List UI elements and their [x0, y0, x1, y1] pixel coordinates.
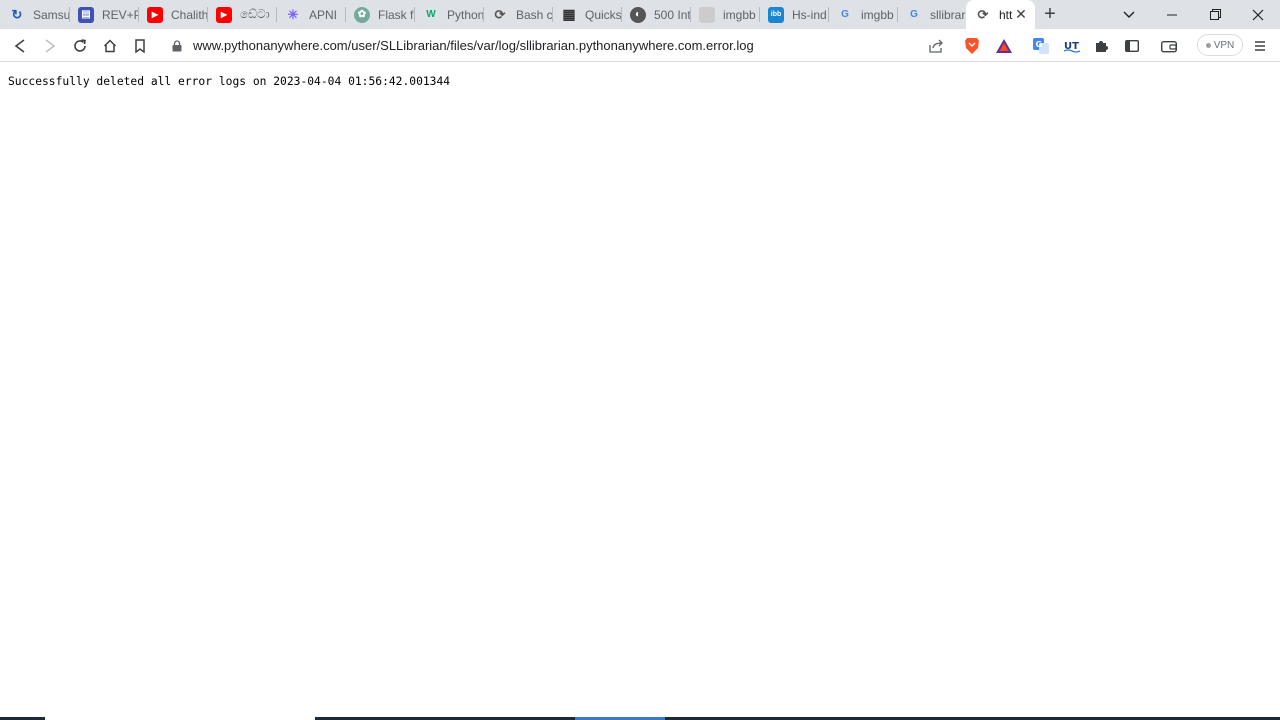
browser-toolbar: www.pythonanywhere.com/user/SLLibrarian/… — [0, 29, 1280, 62]
close-icon — [1252, 9, 1264, 20]
tab-title: imgbb — [723, 7, 756, 22]
tab-search-button[interactable] — [1107, 0, 1151, 29]
hamburger-menu-icon — [1255, 41, 1265, 51]
wallet-icon — [1161, 41, 1177, 53]
tab-title: Flask fi — [378, 7, 414, 22]
vpn-button[interactable]: VPN — [1197, 34, 1243, 56]
tab-title: Quicks — [585, 7, 621, 22]
home-icon — [103, 39, 117, 53]
translate-extension-button[interactable]: G — [1030, 35, 1052, 57]
browser-tab[interactable]: ↻ Samsu — [0, 0, 69, 29]
svg-text:G: G — [1036, 40, 1043, 49]
sidebar-button[interactable] — [1121, 35, 1143, 57]
sidebar-icon — [1125, 40, 1139, 52]
browser-tab[interactable]: Gsllibrar — [897, 0, 966, 29]
youtube-icon: ▶ — [216, 6, 232, 23]
close-window-button[interactable] — [1236, 0, 1280, 29]
blank-page-icon — [699, 6, 715, 23]
new-tab-button[interactable]: + — [1039, 4, 1061, 26]
chevron-down-icon — [1123, 11, 1135, 18]
rewards-triangle-icon — [996, 39, 1012, 53]
minimize-icon — [1167, 14, 1177, 15]
google-icon: G — [841, 9, 849, 20]
rev-form-icon: ▤ — [78, 6, 94, 23]
tab-title: Bash c — [516, 7, 552, 22]
tab-title: imgbb — [861, 7, 894, 22]
browser-tab[interactable]: ◐ 500 Int — [621, 0, 690, 29]
browser-tab[interactable]: ▤ REV+P — [69, 0, 138, 29]
wallet-button[interactable] — [1158, 35, 1180, 57]
tab-title: Python — [447, 7, 483, 22]
samsung-icon: ↻ — [11, 6, 23, 22]
browser-tab[interactable]: ▶ Chalith — [138, 0, 207, 29]
youtube-icon: ▶ — [147, 6, 163, 23]
back-arrow-icon — [14, 39, 25, 53]
restore-icon — [1209, 9, 1221, 20]
back-button[interactable] — [9, 35, 31, 57]
google-icon: G — [910, 9, 918, 20]
minimize-button[interactable] — [1150, 0, 1194, 29]
address-bar[interactable]: www.pythonanywhere.com/user/SLLibrarian/… — [162, 32, 1022, 60]
globe-icon: ◐ — [630, 6, 646, 23]
tab-strip: ↻ Samsu ▤ REV+P ▶ Chalith ▶ ඩේටා ✳ APNI ✿ Flask fi W… — [0, 0, 1280, 29]
menu-button[interactable] — [1249, 35, 1271, 57]
pythonanywhere-icon: ⟳ — [494, 6, 506, 22]
tab-title: REV+P — [102, 7, 138, 22]
vpn-label: VPN — [1213, 39, 1235, 51]
share-button[interactable] — [925, 35, 947, 57]
chatgpt-icon: ✿ — [354, 6, 370, 23]
ut-icon: UT — [1063, 41, 1081, 53]
browser-tab[interactable]: ✳ APNI — [276, 0, 345, 29]
pythonanywhere-icon: ⟳ — [977, 6, 989, 22]
browser-tab[interactable]: ibb Hs-ind — [759, 0, 828, 29]
tab-title: sllibrar — [930, 7, 966, 22]
browser-tab[interactable]: Gimgbb — [828, 0, 897, 29]
tab-list: ↻ Samsu ▤ REV+P ▶ Chalith ▶ ඩේටා ✳ APNI ✿ Flask fi W… — [0, 0, 1035, 29]
page-content: Successfully deleted all error logs on 2… — [0, 63, 1280, 717]
extensions-button[interactable] — [1091, 35, 1113, 57]
docs-icon: ▦ — [562, 6, 576, 22]
vpn-status-dot — [1205, 42, 1211, 48]
browser-tab[interactable]: ✿ Flask fi — [345, 0, 414, 29]
brave-lion-icon — [965, 38, 979, 54]
browser-tab[interactable]: ⟳ htt ✕ — [966, 0, 1035, 29]
tab-title: ඩේටා — [240, 7, 270, 21]
brave-rewards-button[interactable] — [993, 35, 1015, 57]
browser-tab[interactable]: ▦ Quicks — [552, 0, 621, 29]
puzzle-icon — [1096, 41, 1108, 52]
tab-title: Samsu — [33, 7, 69, 22]
bookmark-icon — [135, 39, 145, 53]
tab-title: 500 Int — [654, 7, 690, 22]
log-message: Successfully deleted all error logs on 2… — [8, 75, 451, 88]
reload-icon — [74, 39, 86, 52]
ibb-icon: ibb — [768, 6, 784, 23]
restore-button[interactable] — [1193, 0, 1237, 29]
forward-button[interactable] — [39, 35, 61, 57]
browser-tab[interactable]: ▶ ඩේටා — [207, 0, 276, 29]
close-tab-icon[interactable]: ✕ — [1013, 6, 1029, 22]
lock-icon — [172, 40, 182, 52]
tab-title: Chalith — [171, 7, 207, 22]
reload-button[interactable] — [69, 35, 91, 57]
browser-tab[interactable]: W Python — [414, 0, 483, 29]
share-icon — [928, 39, 943, 53]
browser-tab[interactable]: imgbb — [690, 0, 759, 29]
brave-shields-button[interactable] — [961, 35, 983, 57]
bookmark-button[interactable] — [129, 35, 151, 57]
home-button[interactable] — [99, 35, 121, 57]
forward-arrow-icon — [45, 39, 56, 53]
tab-title: APNI — [309, 7, 338, 22]
w3schools-icon: W — [426, 9, 436, 20]
apni-icon: ✳ — [287, 6, 299, 22]
ut-extension-button[interactable]: UT — [1061, 35, 1083, 57]
browser-tab[interactable]: ⟳ Bash c — [483, 0, 552, 29]
tab-title: Hs-ind — [792, 7, 827, 22]
url-text[interactable]: www.pythonanywhere.com/user/SLLibrarian/… — [193, 38, 754, 53]
translate-icon: G — [1033, 38, 1049, 54]
